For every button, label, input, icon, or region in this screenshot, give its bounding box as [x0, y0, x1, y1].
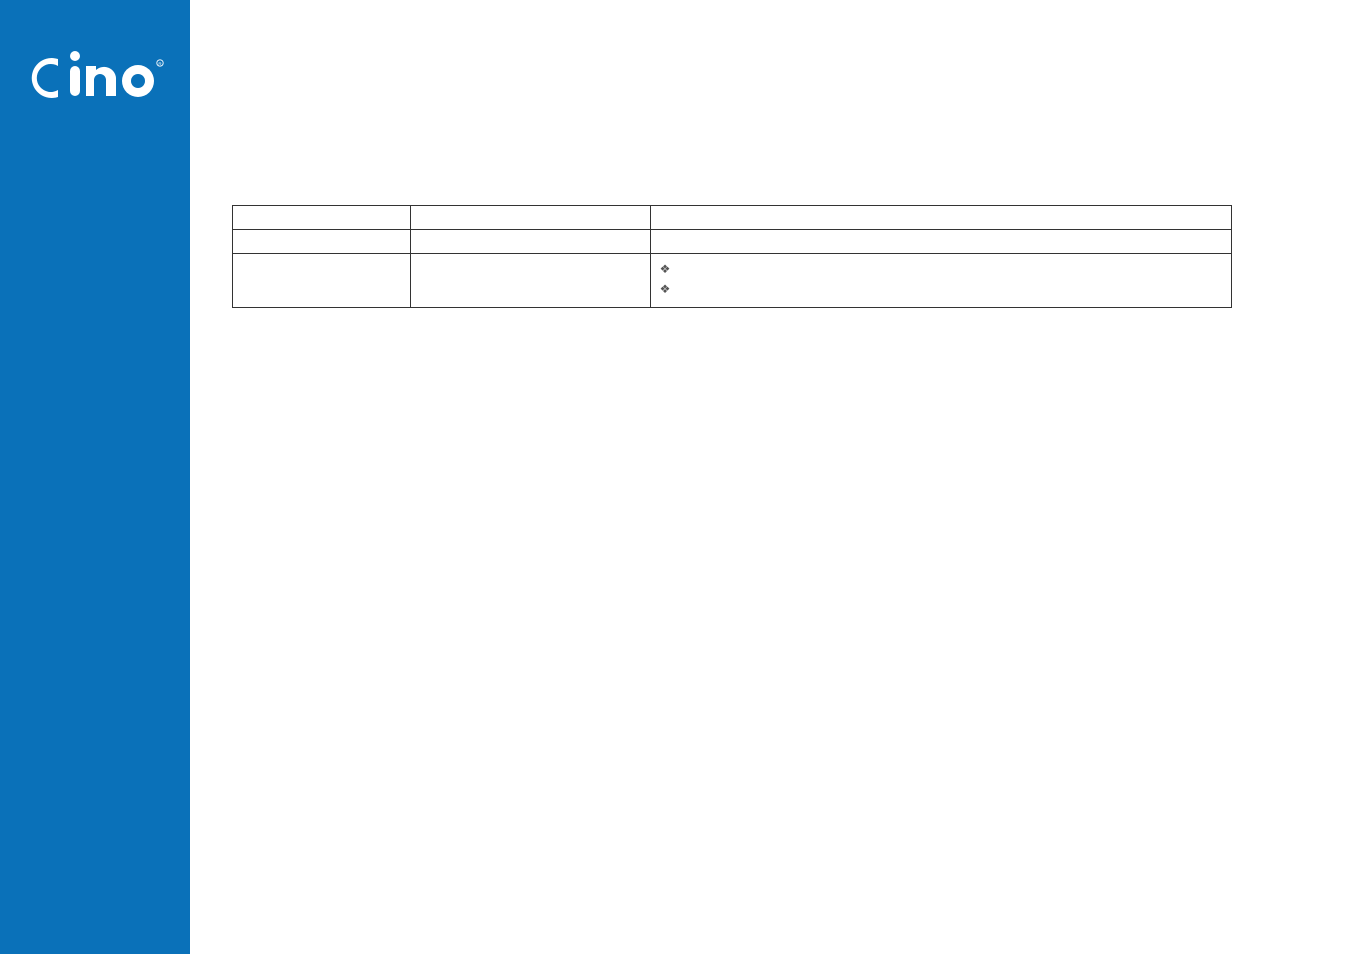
bullet-list: ❖ ❖	[659, 259, 1223, 299]
data-table: ❖ ❖	[232, 205, 1232, 308]
table-cell	[411, 206, 651, 230]
diamond-bullet-icon: ❖	[659, 259, 671, 279]
table-row	[233, 206, 1232, 230]
data-table-wrap: ❖ ❖	[232, 205, 1232, 308]
table-cell	[651, 230, 1232, 254]
table-cell	[651, 206, 1232, 230]
table-cell: ❖ ❖	[651, 254, 1232, 308]
list-item: ❖	[659, 279, 1223, 299]
table-cell	[233, 230, 411, 254]
list-item: ❖	[659, 259, 1223, 279]
table-cell	[411, 230, 651, 254]
table-cell	[233, 254, 411, 308]
content-area: ❖ ❖	[190, 0, 1351, 954]
table-row	[233, 230, 1232, 254]
brand-logo: R	[30, 48, 170, 113]
table-cell	[233, 206, 411, 230]
diamond-bullet-icon: ❖	[659, 279, 671, 299]
table-row: ❖ ❖	[233, 254, 1232, 308]
sidebar: R	[0, 0, 190, 954]
table-cell	[411, 254, 651, 308]
